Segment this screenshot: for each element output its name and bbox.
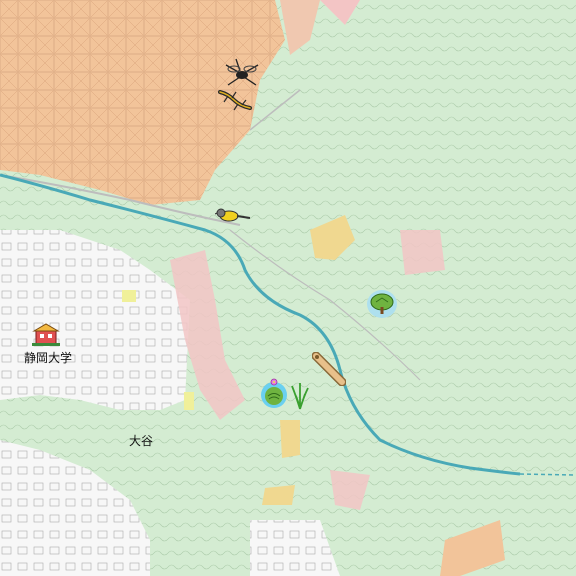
label-university: 静岡大学 xyxy=(24,351,73,365)
bird-icon[interactable] xyxy=(214,205,251,229)
map-canvas[interactable]: 静岡大学 大谷 xyxy=(0,0,576,576)
grass-icon[interactable] xyxy=(290,382,310,414)
terrain-layer xyxy=(0,0,576,576)
bare-land xyxy=(400,230,445,275)
label-oya: 大谷 xyxy=(129,434,154,448)
orchard xyxy=(122,290,136,302)
university-icon[interactable] xyxy=(32,322,60,350)
tree-icon[interactable] xyxy=(366,289,398,323)
plant-icon[interactable] xyxy=(260,377,288,413)
caterpillar-icon[interactable] xyxy=(311,351,347,390)
orchard xyxy=(280,420,300,458)
orchard xyxy=(184,392,194,410)
orchard xyxy=(262,485,295,505)
lizard-icon[interactable] xyxy=(218,88,252,116)
